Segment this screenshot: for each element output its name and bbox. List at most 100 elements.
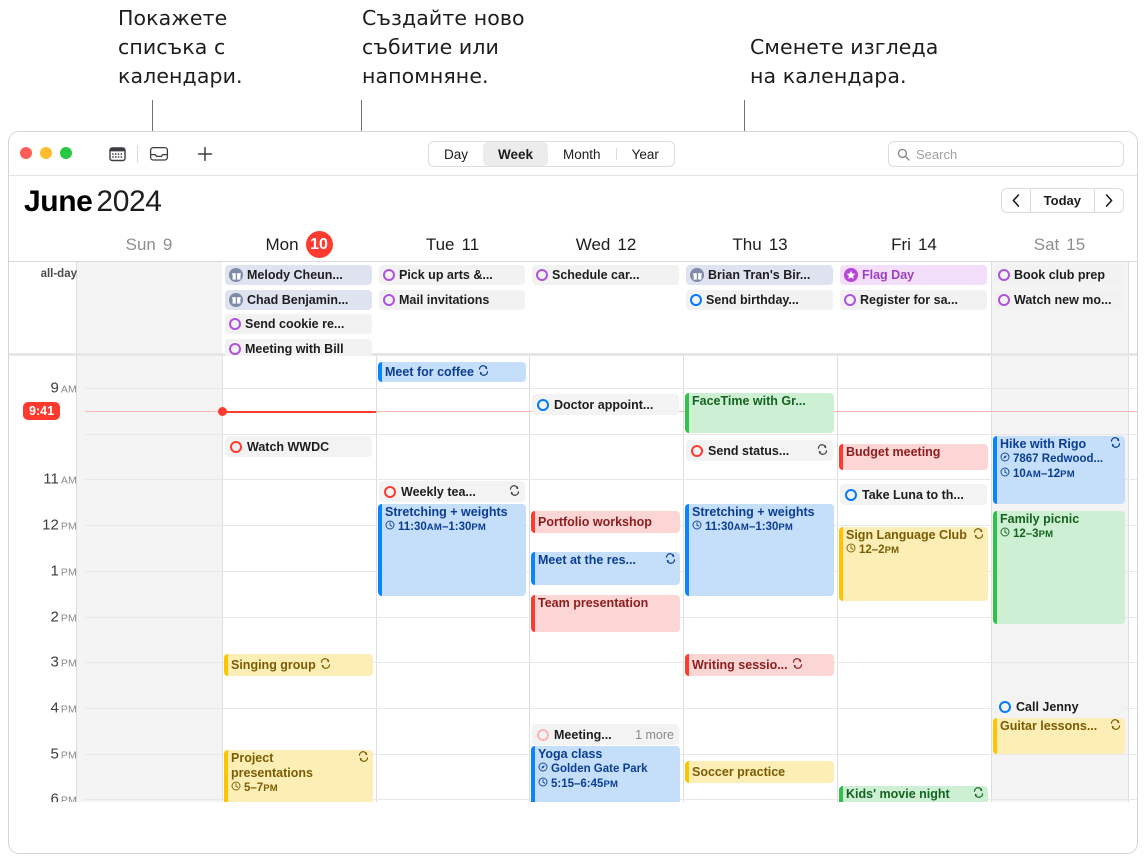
tab-month[interactable]: Month bbox=[548, 142, 616, 166]
hour-number: 3 bbox=[50, 653, 59, 671]
checkbox-ring-icon[interactable] bbox=[845, 488, 857, 501]
calendar-event[interactable]: Hike with Rigo 7867 Redwood... 10AM–12PM bbox=[993, 436, 1125, 504]
time-grid[interactable]: 9 AM 11 AM 12 PM 1 PM 2 PM 3 PM 4 PM 5 PM 6 PM 9:41 Meet fo… bbox=[9, 356, 1137, 802]
plus-icon[interactable] bbox=[195, 144, 215, 164]
hour-label: 12 PM bbox=[9, 517, 77, 534]
checkbox-ring-icon[interactable] bbox=[537, 398, 549, 411]
calendar-event[interactable]: Kids' movie night bbox=[839, 786, 988, 802]
day-header-tue[interactable]: Tue 11 bbox=[376, 228, 529, 261]
repeat-icon bbox=[509, 484, 520, 499]
all-day-event[interactable]: Mail invitations bbox=[379, 289, 525, 310]
checkbox-ring-icon[interactable] bbox=[844, 293, 856, 306]
checkbox-ring-icon[interactable] bbox=[999, 700, 1011, 713]
minimize-button[interactable] bbox=[40, 147, 52, 159]
checkbox-ring-icon[interactable] bbox=[229, 318, 241, 330]
event-title: Meet for coffee bbox=[385, 364, 474, 379]
day-header-thu[interactable]: Thu 13 bbox=[683, 228, 837, 261]
navigation-group[interactable]: Today bbox=[1000, 188, 1124, 213]
reminder-item[interactable]: Weekly tea... bbox=[379, 481, 525, 502]
day-header-sat[interactable]: Sat 15 bbox=[991, 228, 1128, 261]
event-title: Budget meeting bbox=[846, 445, 941, 459]
reminder-item[interactable]: Watch WWDC bbox=[225, 436, 372, 457]
event-time: 12–2PM bbox=[846, 543, 984, 558]
year-label: 2024 bbox=[96, 185, 162, 218]
hour-gridline bbox=[85, 707, 1137, 709]
next-week-button[interactable] bbox=[1095, 189, 1123, 212]
reminder-item[interactable]: Send status... bbox=[686, 440, 833, 461]
calendar-event[interactable]: Soccer practice bbox=[685, 761, 834, 783]
today-button[interactable]: Today bbox=[1029, 189, 1095, 212]
previous-week-button[interactable] bbox=[1002, 189, 1030, 212]
all-day-event[interactable]: Melody Cheun... bbox=[225, 265, 372, 285]
day-header-fri[interactable]: Fri 14 bbox=[837, 228, 991, 261]
day-header-sun[interactable]: Sun 9 bbox=[76, 228, 222, 261]
all-day-event[interactable]: Watch new mo... bbox=[994, 289, 1124, 310]
reminder-item[interactable]: Doctor appoint... bbox=[532, 394, 679, 415]
calendar-event[interactable]: Sign Language Club 12–2PM bbox=[839, 527, 988, 601]
checkbox-ring-icon[interactable] bbox=[690, 293, 702, 306]
calendar-event[interactable]: Singing group bbox=[224, 654, 373, 676]
day-name: Wed bbox=[575, 234, 611, 254]
calendar-event[interactable]: Team presentation bbox=[531, 595, 680, 632]
column-divider bbox=[991, 262, 992, 353]
all-day-row: all-day Melody Cheun... Chad Benjamin... S… bbox=[9, 261, 1137, 359]
checkbox-ring-icon[interactable] bbox=[229, 342, 241, 355]
hour-meridiem: PM bbox=[60, 566, 77, 579]
calendar-event[interactable]: Yoga class Golden Gate Park 5:15–6:45PM bbox=[531, 746, 680, 802]
calendar-event[interactable]: Budget meeting bbox=[839, 444, 988, 470]
event-location: Golden Gate Park bbox=[538, 762, 676, 777]
checkbox-ring-icon[interactable] bbox=[536, 269, 548, 281]
all-day-event[interactable]: Schedule car... bbox=[532, 265, 679, 285]
calendar-icon[interactable] bbox=[107, 144, 127, 164]
tab-day[interactable]: Day bbox=[429, 142, 483, 166]
all-day-event[interactable]: Brian Tran's Bir... bbox=[686, 265, 833, 285]
event-time: 12–3PM bbox=[1000, 527, 1121, 542]
tab-week[interactable]: Week bbox=[483, 142, 549, 166]
calendar-event[interactable]: Guitar lessons... bbox=[993, 718, 1125, 754]
all-day-event[interactable]: Register for sa... bbox=[840, 289, 987, 310]
day-header-mon[interactable]: Mon 10 bbox=[222, 228, 376, 261]
reminder-item[interactable]: Call Jenny bbox=[994, 696, 1124, 717]
all-day-event[interactable]: Send birthday... bbox=[686, 289, 833, 310]
clock-icon bbox=[1000, 527, 1010, 542]
calendar-event[interactable]: Meet for coffee bbox=[378, 362, 526, 382]
reminder-item[interactable]: Take Luna to th... bbox=[840, 484, 987, 505]
event-header: Meet at the res... bbox=[538, 553, 676, 568]
checkbox-ring-icon[interactable] bbox=[384, 485, 396, 498]
event-color-bar bbox=[685, 393, 689, 433]
close-button[interactable] bbox=[20, 147, 32, 159]
zoom-button[interactable] bbox=[60, 147, 72, 159]
calendar-event[interactable]: Project presentations 5–7PM bbox=[224, 750, 373, 802]
checkbox-ring-icon[interactable] bbox=[998, 269, 1010, 281]
all-day-event[interactable]: Pick up arts &... bbox=[379, 265, 525, 285]
inbox-icon[interactable] bbox=[149, 144, 169, 164]
window-controls[interactable] bbox=[20, 147, 72, 159]
all-day-event[interactable]: Chad Benjamin... bbox=[225, 289, 372, 310]
all-day-event[interactable]: Book club prep bbox=[994, 265, 1124, 285]
hour-number: 4 bbox=[50, 699, 59, 717]
all-day-event[interactable]: Send cookie re... bbox=[225, 314, 372, 334]
day-header-wed[interactable]: Wed 12 bbox=[529, 228, 683, 261]
reminder-item[interactable]: Meeting... 1 more bbox=[532, 724, 679, 745]
checkbox-ring-icon[interactable] bbox=[537, 728, 549, 741]
calendar-event[interactable]: Stretching + weights 11:30AM–1:30PM bbox=[685, 504, 834, 596]
calendar-event[interactable]: Portfolio workshop bbox=[531, 511, 680, 533]
reminder-title: Doctor appoint... bbox=[554, 397, 654, 412]
calendar-event[interactable]: Family picnic 12–3PM bbox=[993, 511, 1125, 624]
hour-number: 12 bbox=[42, 516, 59, 534]
all-day-event[interactable]: Flag Day bbox=[840, 265, 987, 285]
calendar-event[interactable]: Writing sessio... bbox=[685, 654, 834, 676]
calendar-event[interactable]: Meet at the res... bbox=[531, 552, 680, 585]
calendar-event[interactable]: FaceTime with Gr... bbox=[685, 393, 834, 433]
checkbox-ring-icon[interactable] bbox=[230, 440, 242, 453]
checkbox-ring-icon[interactable] bbox=[383, 269, 395, 281]
hour-meridiem: PM bbox=[60, 749, 77, 762]
checkbox-ring-icon[interactable] bbox=[691, 444, 703, 457]
view-segmented-control[interactable]: Day Week Month Year bbox=[428, 141, 675, 167]
checkbox-ring-icon[interactable] bbox=[998, 293, 1010, 306]
search-field[interactable]: Search bbox=[888, 141, 1124, 167]
tab-year[interactable]: Year bbox=[617, 142, 674, 166]
checkbox-ring-icon[interactable] bbox=[383, 293, 395, 306]
calendar-event[interactable]: Stretching + weights 11:30AM–1:30PM bbox=[378, 504, 526, 596]
more-events-label[interactable]: 1 more bbox=[635, 728, 674, 742]
